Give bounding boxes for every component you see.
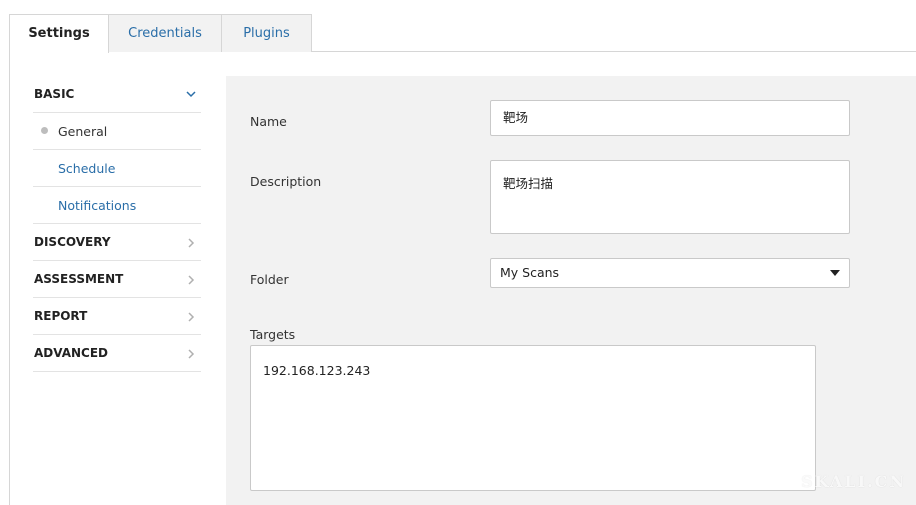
caret-down-icon	[830, 270, 840, 276]
sidebar-item-label: ADVANCED	[34, 346, 109, 360]
sidebar-item-schedule[interactable]: Schedule	[33, 150, 201, 187]
chevron-right-icon	[185, 224, 197, 261]
tab-bar: Settings Credentials Plugins	[0, 0, 916, 53]
chevron-right-icon	[185, 261, 197, 298]
folder-select[interactable]: My Scans	[490, 258, 850, 288]
content-frame-border	[9, 52, 10, 505]
sidebar-item-general[interactable]: General	[33, 113, 201, 150]
sidebar-item-notifications[interactable]: Notifications	[33, 187, 201, 224]
sidebar-item-assessment[interactable]: ASSESSMENT	[33, 261, 201, 298]
sidebar-item-label: Schedule	[58, 161, 116, 176]
name-label: Name	[250, 114, 287, 129]
description-label: Description	[250, 174, 322, 189]
tab-settings[interactable]: Settings	[9, 14, 109, 53]
sidebar-item-label: BASIC	[34, 87, 75, 101]
sidebar-item-label: ASSESSMENT	[34, 272, 124, 286]
sidebar-item-discovery[interactable]: DISCOVERY	[33, 224, 201, 261]
tab-credentials[interactable]: Credentials	[108, 14, 222, 52]
chevron-right-icon	[185, 335, 197, 372]
sidebar-item-label: General	[58, 124, 108, 139]
folder-select-value: My Scans	[500, 265, 560, 280]
sidebar-item-report[interactable]: REPORT	[33, 298, 201, 335]
sidebar-item-label: Notifications	[58, 198, 137, 213]
settings-sidebar: BASIC General Schedule Notifications DIS…	[33, 76, 201, 372]
sidebar-item-advanced[interactable]: ADVANCED	[33, 335, 201, 372]
folder-label: Folder	[250, 272, 289, 287]
current-item-bullet-icon	[41, 127, 48, 134]
sidebar-item-label: REPORT	[34, 309, 88, 323]
watermark: SKALI.CN	[801, 472, 906, 491]
chevron-right-icon	[185, 298, 197, 335]
tab-plugins[interactable]: Plugins	[221, 14, 312, 52]
targets-textarea[interactable]: 192.168.123.243	[250, 345, 816, 491]
sidebar-item-basic[interactable]: BASIC	[33, 76, 201, 113]
chevron-down-icon	[185, 76, 197, 113]
sidebar-item-label: DISCOVERY	[34, 235, 111, 249]
targets-label: Targets	[250, 327, 296, 342]
description-textarea[interactable]: 靶场扫描	[490, 160, 850, 234]
name-input[interactable]: 靶场	[490, 100, 850, 136]
